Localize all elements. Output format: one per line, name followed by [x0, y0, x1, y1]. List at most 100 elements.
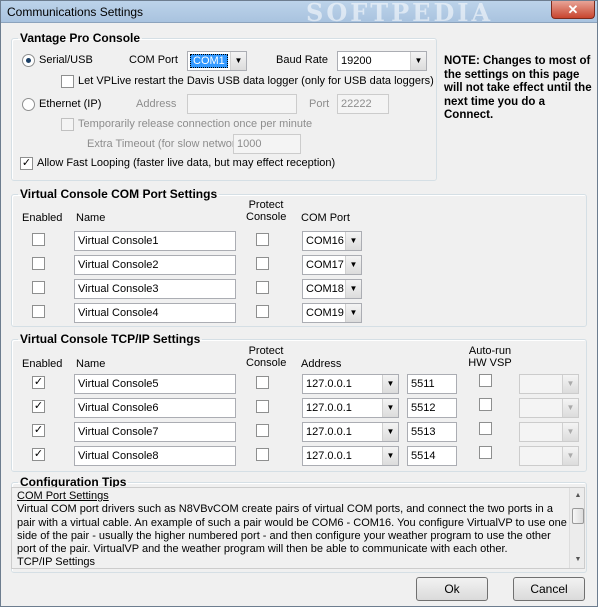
- chevron-down-icon[interactable]: ▼: [562, 423, 578, 441]
- tcp-autorun-checkbox[interactable]: [479, 422, 492, 435]
- title-bar[interactable]: Communications Settings SOFTPEDIA ✕: [1, 0, 597, 27]
- com-port-select[interactable]: COM19 ▼: [302, 303, 362, 323]
- com-port-select[interactable]: COM17 ▼: [302, 255, 362, 275]
- chevron-down-icon[interactable]: ▼: [382, 423, 398, 441]
- tcp-vsp-select[interactable]: ▼: [519, 422, 579, 442]
- com-name-input[interactable]: Virtual Console4: [74, 303, 236, 323]
- com-enabled-checkbox[interactable]: [32, 233, 45, 246]
- scroll-down-icon[interactable]: ▼: [570, 552, 584, 568]
- chevron-down-icon[interactable]: ▼: [345, 256, 361, 274]
- tcp-address-select[interactable]: 127.0.0.1 ▼: [302, 374, 399, 394]
- com-port-value: COM1: [190, 54, 228, 68]
- tcp-address-select[interactable]: 127.0.0.1 ▼: [302, 422, 399, 442]
- fast-looping-checkbox[interactable]: ✓: [20, 157, 33, 170]
- tcp-enabled-checkbox[interactable]: ✓: [32, 424, 45, 437]
- watermark: SOFTPEDIA: [306, 0, 494, 27]
- extra-timeout-label: Extra Timeout (for slow networks): [87, 138, 251, 150]
- tcp-address-select[interactable]: 127.0.0.1 ▼: [302, 398, 399, 418]
- tcp-address-select-value: 127.0.0.1: [306, 426, 352, 438]
- com-legend: Virtual Console COM Port Settings: [20, 187, 218, 201]
- tcp-enabled-header: Enabled: [22, 358, 63, 370]
- com-port-select[interactable]: COM16 ▼: [302, 231, 362, 251]
- chevron-down-icon[interactable]: ▼: [382, 447, 398, 465]
- com-protect-checkbox[interactable]: [256, 257, 269, 270]
- tcp-autorun-checkbox[interactable]: [479, 398, 492, 411]
- tcp-port-input[interactable]: 5511: [407, 374, 457, 394]
- tcp-vsp-select[interactable]: ▼: [519, 398, 579, 418]
- tcp-protect-checkbox[interactable]: [256, 424, 269, 437]
- tcp-name-input[interactable]: Virtual Console7: [74, 422, 236, 442]
- tcp-autorun-checkbox[interactable]: [479, 446, 492, 459]
- port-input[interactable]: 22222: [337, 94, 389, 114]
- tcp-enabled-checkbox[interactable]: ✓: [32, 376, 45, 389]
- com-port-select-value: COM18: [306, 283, 344, 295]
- baud-rate-value: 19200: [341, 55, 372, 67]
- tcp-name-input[interactable]: Virtual Console6: [74, 398, 236, 418]
- tcp-address-select-value: 127.0.0.1: [306, 450, 352, 462]
- chevron-down-icon[interactable]: ▼: [562, 375, 578, 393]
- tcp-autorun-header: Auto-run HW VSP: [468, 345, 512, 369]
- chevron-down-icon[interactable]: ▼: [345, 304, 361, 322]
- tcp-vsp-select[interactable]: ▼: [519, 374, 579, 394]
- tcp-port-input[interactable]: 5514: [407, 446, 457, 466]
- port-label: Port: [309, 98, 330, 110]
- ethernet-label: Ethernet (IP): [39, 98, 102, 110]
- chevron-down-icon[interactable]: ▼: [230, 52, 246, 70]
- com-name-input[interactable]: Virtual Console3: [74, 279, 236, 299]
- tcp-address-select-value: 127.0.0.1: [306, 378, 352, 390]
- tcp-protect-checkbox[interactable]: [256, 448, 269, 461]
- com-enabled-checkbox[interactable]: [32, 305, 45, 318]
- fast-looping-label: Allow Fast Looping (faster live data, bu…: [37, 157, 336, 169]
- tcp-enabled-checkbox[interactable]: ✓: [32, 400, 45, 413]
- chevron-down-icon[interactable]: ▼: [345, 280, 361, 298]
- tips-scrollbar[interactable]: ▲ ▼: [569, 488, 584, 568]
- com-port-select[interactable]: COM1 ▼: [187, 51, 247, 71]
- com-port-header: COM Port: [301, 212, 350, 224]
- com-protect-checkbox[interactable]: [256, 281, 269, 294]
- serial-usb-label: Serial/USB: [39, 54, 93, 66]
- com-enabled-checkbox[interactable]: [32, 281, 45, 294]
- com-port-select[interactable]: COM18 ▼: [302, 279, 362, 299]
- tcp-autorun-checkbox[interactable]: [479, 374, 492, 387]
- tcp-address-header: Address: [301, 358, 342, 370]
- tcp-enabled-checkbox[interactable]: ✓: [32, 448, 45, 461]
- baud-rate-label: Baud Rate: [276, 54, 328, 66]
- ok-button[interactable]: Ok: [416, 577, 488, 601]
- settings-note: NOTE: Changes to most of the settings on…: [444, 55, 592, 121]
- temp-release-checkbox[interactable]: [61, 118, 74, 131]
- scroll-thumb[interactable]: [572, 508, 584, 524]
- com-name-input[interactable]: Virtual Console2: [74, 255, 236, 275]
- tcp-port-input[interactable]: 5512: [407, 398, 457, 418]
- com-protect-checkbox[interactable]: [256, 233, 269, 246]
- tcp-name-input[interactable]: Virtual Console5: [74, 374, 236, 394]
- chevron-down-icon[interactable]: ▼: [345, 232, 361, 250]
- com-port-select-value: COM16: [306, 235, 344, 247]
- com-enabled-checkbox[interactable]: [32, 257, 45, 270]
- com-protect-checkbox[interactable]: [256, 305, 269, 318]
- tcp-protect-header: Protect Console: [246, 345, 287, 369]
- tcp-vsp-select[interactable]: ▼: [519, 446, 579, 466]
- ethernet-radio[interactable]: [22, 98, 35, 111]
- chevron-down-icon[interactable]: ▼: [410, 52, 426, 70]
- address-label: Address: [136, 98, 177, 110]
- address-input[interactable]: [187, 94, 297, 114]
- extra-timeout-input[interactable]: 1000: [233, 134, 301, 154]
- cancel-button[interactable]: Cancel: [513, 577, 585, 601]
- tcp-protect-checkbox[interactable]: [256, 376, 269, 389]
- baud-rate-select[interactable]: 19200 ▼: [337, 51, 427, 71]
- tcp-protect-checkbox[interactable]: [256, 400, 269, 413]
- chevron-down-icon[interactable]: ▼: [382, 375, 398, 393]
- restart-usb-checkbox[interactable]: [61, 75, 74, 88]
- chevron-down-icon[interactable]: ▼: [382, 399, 398, 417]
- tcp-name-input[interactable]: Virtual Console8: [74, 446, 236, 466]
- chevron-down-icon[interactable]: ▼: [562, 399, 578, 417]
- close-button[interactable]: ✕: [551, 1, 595, 19]
- tcp-port-input[interactable]: 5513: [407, 422, 457, 442]
- tcp-address-select[interactable]: 127.0.0.1 ▼: [302, 446, 399, 466]
- chevron-down-icon[interactable]: ▼: [562, 447, 578, 465]
- com-name-input[interactable]: Virtual Console1: [74, 231, 236, 251]
- serial-usb-radio[interactable]: [22, 54, 35, 67]
- tips-textbox[interactable]: COM Port Settings Virtual COM port drive…: [11, 487, 585, 569]
- scroll-up-icon[interactable]: ▲: [570, 488, 584, 504]
- tips-body: Virtual COM port drivers such as N8VBvCO…: [17, 503, 567, 556]
